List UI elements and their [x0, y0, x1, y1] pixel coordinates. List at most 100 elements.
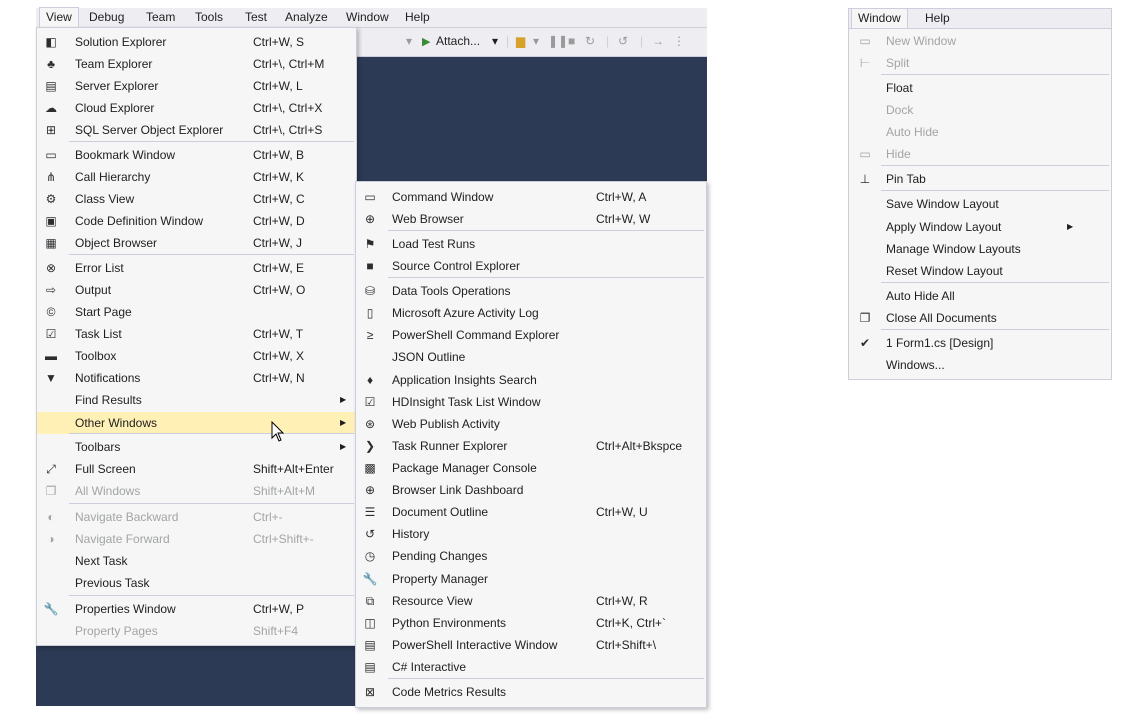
play-icon[interactable]: ▶	[422, 35, 430, 48]
menu-item-task-list[interactable]: ☑ Task List Ctrl+W, T	[37, 323, 356, 345]
menu-tools[interactable]: Tools	[189, 8, 229, 27]
menu-item-microsoft-azure-activity-log[interactable]: ▯ Microsoft Azure Activity Log	[356, 302, 706, 324]
menu-item-full-screen[interactable]: ⤢ Full Screen Shift+Alt+Enter	[37, 458, 356, 480]
menu-item-manage-window-layouts[interactable]: Manage Window Layouts	[849, 238, 1111, 260]
browse-icon[interactable]: ▆	[516, 34, 525, 48]
menu-debug[interactable]: Debug	[83, 8, 130, 27]
menu-item-powershell-command-explorer[interactable]: ≥ PowerShell Command Explorer	[356, 324, 706, 346]
menu-item-auto-hide[interactable]: Auto Hide	[849, 121, 1111, 143]
menu-test[interactable]: Test	[239, 8, 273, 27]
menu-item-pending-changes[interactable]: ◷ Pending Changes	[356, 545, 706, 567]
menu-team[interactable]: Team	[140, 8, 181, 27]
menu-item-label: Navigate Forward	[75, 532, 170, 546]
menu-window-open[interactable]: Window	[851, 8, 908, 28]
menu-item-solution-explorer[interactable]: ◧ Solution Explorer Ctrl+W, S	[37, 31, 356, 53]
menu-item-all-windows[interactable]: ❐ All Windows Shift+Alt+M	[37, 480, 356, 502]
menu-item-hide[interactable]: ▭ Hide	[849, 143, 1111, 165]
menu-item-object-browser[interactable]: ▦ Object Browser Ctrl+W, J	[37, 232, 356, 254]
menu-item-python-environments[interactable]: ◫ Python Environments Ctrl+K, Ctrl+`	[356, 612, 706, 634]
menu-item-error-list[interactable]: ⊗ Error List Ctrl+W, E	[37, 257, 356, 279]
menu-item-class-view[interactable]: ⚙ Class View Ctrl+W, C	[37, 188, 356, 210]
dropdown-arrow-icon[interactable]: ▾	[406, 34, 412, 48]
menu-item-properties-window[interactable]: 🔧 Properties Window Ctrl+W, P	[37, 598, 356, 620]
menu-item-data-tools-operations[interactable]: ⛁ Data Tools Operations	[356, 280, 706, 302]
restart-icon[interactable]: ↻	[585, 34, 595, 48]
menu-item-package-manager-console[interactable]: ▩ Package Manager Console	[356, 457, 706, 479]
menu-item-property-manager[interactable]: 🔧 Property Manager	[356, 568, 706, 590]
menu-item-navigate-backward[interactable]: ◐ Navigate Backward Ctrl+-	[37, 506, 356, 528]
forward-icon[interactable]: →	[652, 34, 664, 48]
menu-bar: View Debug Team Tools Test Analyze Windo…	[36, 7, 707, 28]
attach-dropdown-icon[interactable]: ▾	[492, 34, 498, 48]
menu-item-split[interactable]: ⊢ Split	[849, 52, 1111, 74]
menu-item-apply-window-layout[interactable]: Apply Window Layout ▶	[849, 216, 1111, 238]
menu-item-windows[interactable]: Windows...	[849, 354, 1111, 376]
menu-help-right[interactable]: Help	[919, 9, 956, 28]
menu-item-code-metrics-results[interactable]: ⊠ Code Metrics Results	[356, 681, 706, 703]
menu-item-web-browser[interactable]: ⊕ Web Browser Ctrl+W, W	[356, 208, 706, 230]
server-explorer-icon: ▤	[45, 79, 57, 93]
step-icon[interactable]: ↺	[618, 34, 628, 48]
menu-item-label: Other Windows	[75, 416, 158, 430]
menu-item-other-windows[interactable]: Other Windows ▶	[37, 412, 356, 434]
code-definition-icon: ▣	[45, 214, 57, 228]
menu-item-code-definition-window[interactable]: ▣ Code Definition Window Ctrl+W, D	[37, 210, 356, 232]
menu-item-next-task[interactable]: Next Task	[37, 550, 356, 572]
menu-item-browser-link-dashboard[interactable]: ⊕ Browser Link Dashboard	[356, 479, 706, 501]
attach-button[interactable]: Attach...	[436, 34, 480, 48]
menu-item-document-outline[interactable]: ☰ Document Outline Ctrl+W, U	[356, 501, 706, 523]
menu-item-load-test-runs[interactable]: ⚑ Load Test Runs	[356, 233, 706, 255]
menu-item-1-form1-cs-design[interactable]: ✔ 1 Form1.cs [Design]	[849, 332, 1111, 354]
menu-item-resource-view[interactable]: ⧉ Resource View Ctrl+W, R	[356, 590, 706, 612]
menu-item-bookmark-window[interactable]: ▭ Bookmark Window Ctrl+W, B	[37, 144, 356, 166]
menu-item-command-window[interactable]: ▭ Command Window Ctrl+W, A	[356, 186, 706, 208]
menu-item-float[interactable]: Float	[849, 77, 1111, 99]
stop-icon[interactable]: ■	[568, 34, 575, 48]
small-arrow-icon[interactable]: ▾	[533, 34, 539, 48]
menu-help[interactable]: Help	[399, 8, 436, 27]
menu-item-label: Web Publish Activity	[392, 417, 500, 431]
menu-item-start-page[interactable]: © Start Page	[37, 301, 356, 323]
menu-item-web-publish-activity[interactable]: ⊛ Web Publish Activity	[356, 413, 706, 435]
menu-item-label: Class View	[75, 192, 135, 206]
menu-item-find-results[interactable]: Find Results ▶	[37, 389, 356, 411]
pause-icon[interactable]: ❚❚	[548, 34, 568, 48]
menu-item-hdinsight-task-list-window[interactable]: ☑ HDInsight Task List Window	[356, 391, 706, 413]
menu-item-notifications[interactable]: ▼ Notifications Ctrl+W, N	[37, 367, 356, 389]
menu-item-output[interactable]: ⇨ Output Ctrl+W, O	[37, 279, 356, 301]
menu-item-toolbox[interactable]: ▬ Toolbox Ctrl+W, X	[37, 345, 356, 367]
menu-window[interactable]: Window	[340, 8, 395, 27]
menu-item-property-pages[interactable]: Property Pages Shift+F4	[37, 620, 356, 642]
menu-item-history[interactable]: ↺ History	[356, 523, 706, 545]
menu-view[interactable]: View	[39, 7, 79, 27]
menu-item-label: Navigate Backward	[75, 510, 179, 524]
menu-item-toolbars[interactable]: Toolbars ▶	[37, 436, 356, 458]
menu-item-close-all-documents[interactable]: ❐ Close All Documents	[849, 307, 1111, 329]
menu-item-shortcut: Ctrl+W, S	[253, 35, 305, 49]
menu-item-json-outline[interactable]: JSON Outline	[356, 346, 706, 368]
menu-item-shortcut: Ctrl+\, Ctrl+X	[253, 101, 323, 115]
menu-item-team-explorer[interactable]: ♣ Team Explorer Ctrl+\, Ctrl+M	[37, 53, 356, 75]
menu-item-c-interactive[interactable]: ▤ C# Interactive	[356, 656, 706, 678]
menu-item-new-window[interactable]: ▭ New Window	[849, 30, 1111, 52]
menu-item-sql-server-object-explorer[interactable]: ⊞ SQL Server Object Explorer Ctrl+\, Ctrl+…	[37, 119, 356, 141]
menu-item-source-control-explorer[interactable]: ■ Source Control Explorer	[356, 255, 706, 277]
menu-item-previous-task[interactable]: Previous Task	[37, 572, 356, 594]
menu-separator	[388, 230, 704, 231]
menu-item-call-hierarchy[interactable]: ⋔ Call Hierarchy Ctrl+W, K	[37, 166, 356, 188]
menu-item-navigate-forward[interactable]: ◑ Navigate Forward Ctrl+Shift+-	[37, 528, 356, 550]
menu-item-pin-tab[interactable]: ⊥ Pin Tab	[849, 168, 1111, 190]
package-manager-icon: ▩	[364, 461, 376, 475]
menu-item-auto-hide-all[interactable]: Auto Hide All	[849, 285, 1111, 307]
menu-item-application-insights-search[interactable]: ♦ Application Insights Search	[356, 369, 706, 391]
menu-item-save-window-layout[interactable]: Save Window Layout	[849, 193, 1111, 215]
overflow-icon[interactable]: ⋮	[673, 34, 685, 48]
menu-item-cloud-explorer[interactable]: ☁ Cloud Explorer Ctrl+\, Ctrl+X	[37, 97, 356, 119]
menu-item-powershell-interactive-window[interactable]: ▤ PowerShell Interactive Window Ctrl+Shift…	[356, 634, 706, 656]
menu-item-dock[interactable]: Dock	[849, 99, 1111, 121]
menu-item-server-explorer[interactable]: ▤ Server Explorer Ctrl+W, L	[37, 75, 356, 97]
menu-analyze[interactable]: Analyze	[279, 8, 334, 27]
menu-item-task-runner-explorer[interactable]: ❯ Task Runner Explorer Ctrl+Alt+Bkspce	[356, 435, 706, 457]
menu-item-reset-window-layout[interactable]: Reset Window Layout	[849, 260, 1111, 282]
menu-item-shortcut: Ctrl+W, J	[253, 236, 303, 250]
